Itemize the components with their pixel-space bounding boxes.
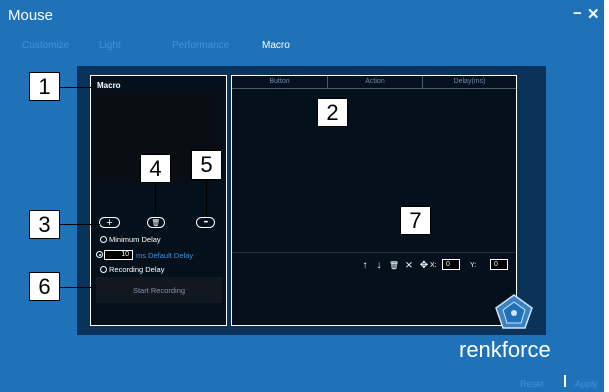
- minimum-delay-radio[interactable]: [100, 236, 107, 243]
- callout-6-leader: [60, 287, 91, 288]
- mouse-settings-window: Mouse − ✕ Customize Light Performance Ma…: [0, 0, 604, 392]
- callout-3: 3: [29, 210, 60, 239]
- move-down-icon[interactable]: ↓: [374, 259, 384, 271]
- start-recording-button[interactable]: Start Recording: [96, 277, 222, 303]
- y-coordinate-input[interactable]: 0: [490, 259, 508, 270]
- tab-light[interactable]: Light: [99, 40, 121, 51]
- callout-3-leader: [60, 224, 100, 225]
- delete-action-icon[interactable]: 🗑: [389, 259, 399, 271]
- x-coordinate-label: X:: [430, 262, 437, 269]
- window-title: Mouse: [8, 7, 54, 24]
- callout-1: 1: [29, 72, 60, 101]
- tab-performance[interactable]: Performance: [172, 40, 229, 51]
- x-coordinate-input[interactable]: 0: [442, 259, 460, 270]
- trash-icon: 🗑: [151, 219, 161, 227]
- renkforce-logo-icon: [495, 294, 533, 329]
- add-macro-button[interactable]: +: [99, 216, 120, 229]
- column-header-delay: Delay(ms): [453, 78, 486, 85]
- reset-button[interactable]: Reset: [520, 379, 544, 389]
- recording-delay-radio[interactable]: [100, 266, 107, 273]
- column-header-button: Button: [269, 78, 290, 85]
- toolbar-divider: [232, 252, 516, 253]
- default-delay-input[interactable]: 10: [104, 250, 133, 260]
- recording-delay-label: Recording Delay: [109, 265, 165, 274]
- callout-5-leader: [206, 180, 207, 215]
- tab-macro[interactable]: Macro: [262, 40, 290, 51]
- callout-7: 7: [400, 206, 431, 235]
- apply-button[interactable]: Apply: [575, 379, 598, 389]
- callout-4: 4: [140, 154, 171, 183]
- callout-1-leader: [60, 87, 91, 88]
- macro-action-table: Button Action Delay(ms) ↑ ↓ 🗑 ⨯ ✥ X: 0 Y…: [231, 75, 517, 326]
- footer-divider: [564, 375, 566, 387]
- plus-icon: +: [106, 216, 113, 229]
- callout-2: 2: [317, 98, 348, 127]
- callout-6: 6: [29, 272, 60, 301]
- delete-macro-button[interactable]: 🗑: [147, 217, 165, 228]
- table-header: Button Action Delay(ms): [232, 76, 516, 89]
- minimum-delay-label: Minimum Delay: [109, 235, 161, 244]
- close-button[interactable]: ✕: [587, 5, 600, 23]
- callout-5: 5: [191, 150, 222, 180]
- column-header-action: Action: [365, 78, 385, 85]
- y-coordinate-label: Y:: [470, 262, 477, 269]
- tab-customize[interactable]: Customize: [22, 40, 69, 51]
- more-options-button[interactable]: •••: [196, 217, 215, 228]
- minimize-button[interactable]: −: [573, 5, 582, 22]
- more-icon: •••: [203, 219, 208, 226]
- move-up-icon[interactable]: ↑: [360, 259, 370, 271]
- clear-actions-icon[interactable]: ⨯: [404, 259, 414, 271]
- default-delay-radio[interactable]: [96, 251, 103, 258]
- brand-name: renkforce: [459, 337, 551, 362]
- move-cursor-icon[interactable]: ✥: [419, 259, 429, 271]
- macro-panel-title: Macro: [97, 81, 121, 90]
- default-delay-label: ms Default Delay: [136, 251, 194, 260]
- callout-4-leader: [155, 183, 156, 215]
